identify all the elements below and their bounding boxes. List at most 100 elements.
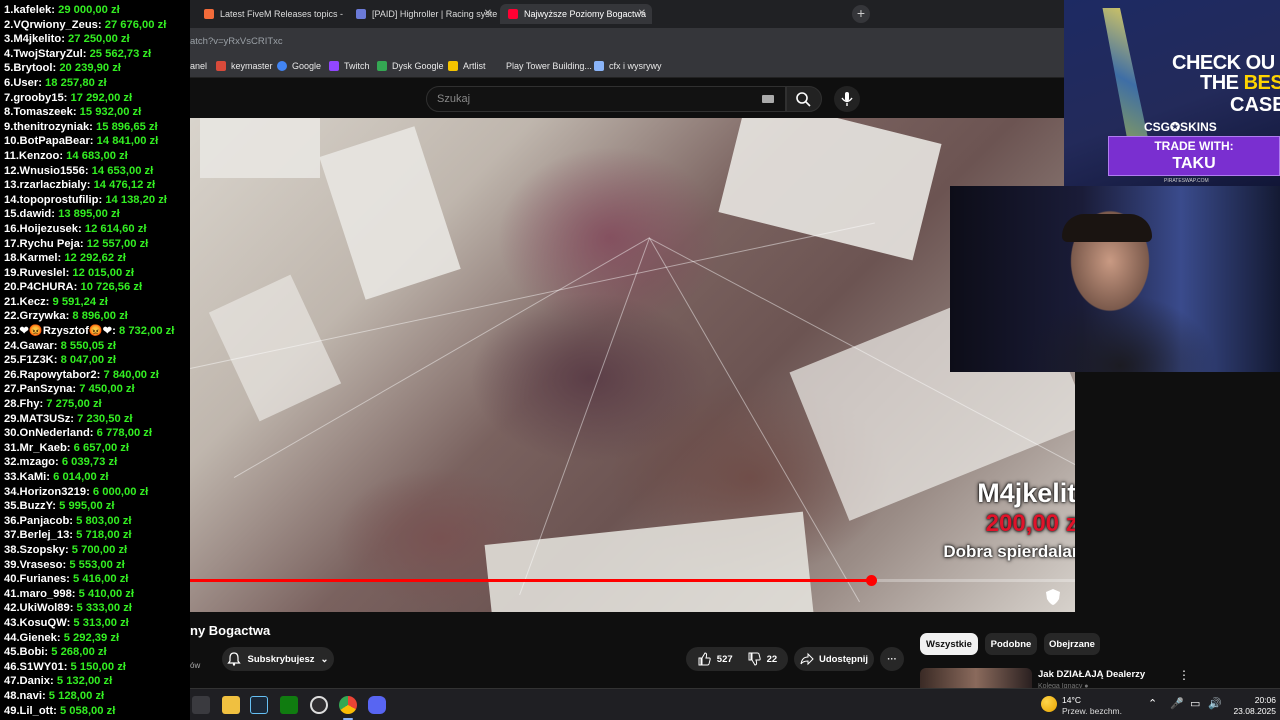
leaderboard-name: 3.M4jkelito:: [4, 33, 65, 46]
video-title: ny Bogactwa: [190, 623, 271, 638]
leaderboard-name: 45.Bobi:: [4, 646, 49, 659]
more-actions-button[interactable]: ···: [880, 647, 904, 671]
chevron-up-icon[interactable]: ⌃: [1148, 697, 1157, 710]
sponsor-ad-overlay: CHECK OU THE BES CASE CSG✪SKINS TRADE WI…: [1064, 0, 1280, 186]
leaderboard-row: 4.TwojStaryZul: 25 562,73 zł: [4, 47, 190, 62]
leaderboard-name: 46.S1WY01:: [4, 660, 68, 673]
ad-headline-2: THE BES: [1200, 72, 1280, 94]
dislike-button[interactable]: 22: [747, 652, 777, 666]
weather-temperature[interactable]: 14°C: [1062, 695, 1081, 705]
leaderboard-amount: 6 000,00 zł: [92, 485, 149, 498]
weather-condition[interactable]: Przew. bezchm.: [1062, 706, 1122, 716]
voice-search-button[interactable]: [834, 86, 860, 112]
subscribe-button[interactable]: Subskrybujesz ⌄: [222, 647, 334, 671]
leaderboard-row: 25.F1Z3K: 8 047,00 zł: [4, 353, 190, 368]
chip-watched[interactable]: Obejrzane: [1044, 633, 1100, 655]
clock-time[interactable]: 20:06: [1236, 695, 1276, 705]
leaderboard-name: 13.rzarlaczbialy:: [4, 179, 91, 192]
browser-tab-highroller[interactable]: [PAID] Highroller | Racing syste ✕: [348, 4, 498, 24]
task-view-icon[interactable]: [192, 696, 210, 714]
chrome-icon[interactable]: [339, 696, 357, 714]
bookmark-cfx[interactable]: cfx i wysrywy: [594, 61, 662, 71]
leaderboard-row: 3.M4jkelito: 27 250,00 zł: [4, 32, 190, 47]
leaderboard-name: 33.KaMi:: [4, 471, 51, 483]
xbox-icon[interactable]: [280, 696, 298, 714]
leaderboard-name: 34.Horizon3219:: [4, 485, 90, 498]
leaderboard-name: 4.TwojStaryZul:: [4, 47, 87, 60]
close-icon[interactable]: ✕: [484, 8, 492, 19]
obs-icon[interactable]: [310, 696, 328, 714]
leaderboard-row: 32.mzago: 6 039,73 zł: [4, 455, 190, 470]
leaderboard-name: 2.VQrwiony_Zeus:: [4, 18, 102, 31]
leaderboard-row: 8.Tomaszeek: 15 932,00 zł: [4, 105, 190, 120]
scene-rooftop: [319, 126, 461, 300]
bookmark-google[interactable]: Google: [277, 61, 321, 71]
knife-graphic: [1102, 8, 1148, 138]
leaderboard-amount: 14 683,00 zł: [66, 149, 128, 162]
channel-subscribers: ów: [190, 661, 201, 670]
browser-tab-youtube[interactable]: Najwyższe Poziomy Bogactwa ✕: [500, 4, 652, 24]
chip-all[interactable]: Wszystkie: [920, 633, 978, 655]
steam-icon[interactable]: [250, 696, 268, 714]
leaderboard-name: 31.Mr_Kaeb:: [4, 441, 71, 454]
leaderboard-row: 5.Brytool: 20 239,90 zł: [4, 61, 190, 76]
volume-icon[interactable]: 🔊: [1208, 697, 1222, 710]
recommended-title[interactable]: Jak DZIAŁAJĄ Dealerzy: [1038, 669, 1145, 680]
leaderboard-row: 28.Fhy: 7 275,00 zł: [4, 397, 190, 412]
share-button[interactable]: Udostępnij: [794, 647, 874, 671]
network-icon[interactable]: ▭: [1190, 697, 1200, 710]
video-player[interactable]: M4jkelito 200,00 zł Dobra spierdalam ELO: [190, 118, 1075, 612]
kebab-menu-icon[interactable]: ⋮: [1178, 668, 1190, 682]
streamer-webcam: [950, 186, 1280, 372]
leaderboard-name: 7.grooby15:: [4, 91, 68, 104]
thumbs-down-icon: [748, 652, 761, 666]
leaderboard-amount: 8 896,00 zł: [72, 310, 128, 323]
tab-label: Latest FiveM Releases topics - C: [220, 9, 346, 19]
leaderboard-name: 48.navi:: [4, 689, 46, 702]
leaderboard-row: 12.Wnusio1556: 14 653,00 zł: [4, 164, 190, 179]
donation-leaderboard: 1.kafelek: 29 000,00 zł 2.VQrwiony_Zeus: …: [0, 0, 190, 720]
progress-scrubber[interactable]: [866, 575, 878, 586]
chip-related[interactable]: Podobne: [985, 633, 1037, 655]
leaderboard-amount: 12 614,60 zł: [84, 222, 147, 235]
leaderboard-name: 38.Szopsky:: [4, 543, 69, 556]
leaderboard-name: 22.Grzywka:: [4, 310, 70, 323]
shield-icon[interactable]: [1043, 588, 1063, 605]
keyboard-icon[interactable]: [762, 95, 774, 103]
new-tab-button[interactable]: +: [852, 5, 870, 23]
leaderboard-amount: 12 292,62 zł: [64, 252, 126, 265]
close-icon[interactable]: ✕: [638, 8, 646, 19]
leaderboard-amount: 12 015,00 zł: [72, 266, 134, 279]
bookmark-keymaster[interactable]: keymaster: [216, 61, 273, 71]
search-input[interactable]: Szukaj: [426, 86, 786, 112]
clock-date[interactable]: 23.08.2025: [1226, 706, 1276, 716]
leaderboard-name: 18.Karmel:: [4, 252, 62, 265]
bookmark-twitch[interactable]: Twitch: [329, 61, 370, 71]
leaderboard-amount: 14 476,12 zł: [93, 179, 156, 192]
leaderboard-row: 43.KosuQW: 5 313,00 zł: [4, 616, 190, 631]
leaderboard-name: 14.topoprostufilip:: [4, 193, 103, 206]
leaderboard-name: 17.Rychu Peja:: [4, 237, 84, 250]
video-info: ny Bogactwa ów Subskrybujesz ⌄ 527 22 Ud…: [190, 612, 1280, 690]
leaderboard-row: 45.Bobi: 5 268,00 zł: [4, 645, 190, 660]
like-button[interactable]: 527: [697, 652, 733, 666]
bookmark-drive[interactable]: Dysk Google: [377, 61, 444, 71]
leaderboard-row: 40.Furianes: 5 416,00 zł: [4, 572, 190, 587]
progress-bar[interactable]: [190, 575, 1075, 586]
discord-icon[interactable]: [368, 696, 386, 714]
leaderboard-amount: 8 550,05 zł: [60, 339, 116, 352]
leaderboard-row: 7.grooby15: 17 292,00 zł: [4, 91, 190, 106]
bookmark-play-tower[interactable]: Play Tower Building...: [506, 61, 592, 71]
bookmark-artlist[interactable]: Artlist: [448, 61, 486, 71]
address-bar[interactable]: atch?v=yRxVsCRITxc: [190, 28, 1080, 56]
leaderboard-amount: 14 841,00 zł: [96, 135, 159, 148]
bell-icon: [227, 652, 242, 666]
search-button[interactable]: [786, 86, 822, 112]
microphone-icon[interactable]: 🎤: [1170, 697, 1184, 710]
file-explorer-icon[interactable]: [222, 696, 240, 714]
recommended-thumbnail[interactable]: [920, 668, 1032, 688]
leaderboard-name: 11.Kenzoo:: [4, 149, 64, 162]
leaderboard-name: 42.UkiWol89:: [4, 602, 74, 615]
bookmark-panel[interactable]: anel: [190, 61, 207, 71]
browser-tab-fivem[interactable]: Latest FiveM Releases topics - C: [196, 4, 346, 24]
